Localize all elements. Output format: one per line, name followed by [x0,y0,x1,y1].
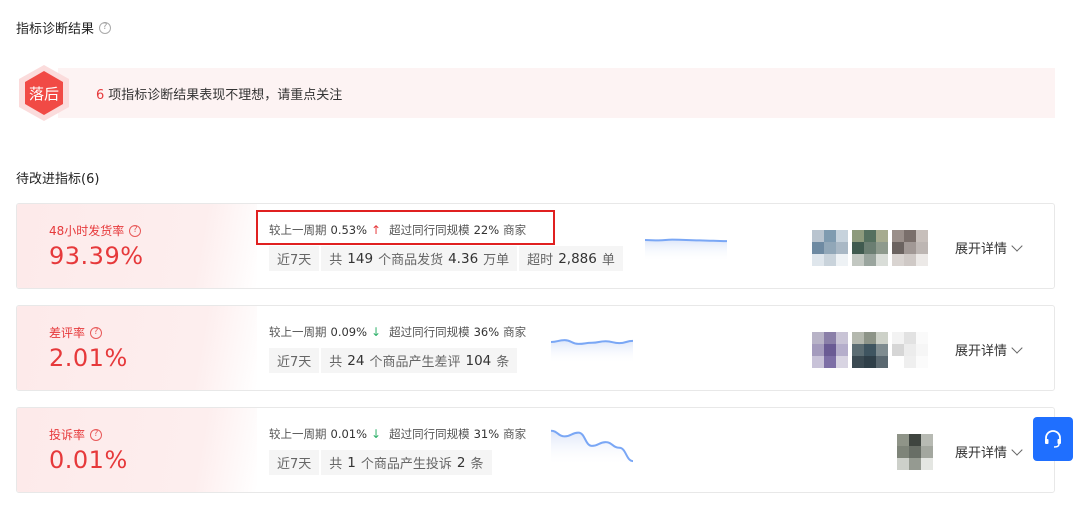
beat-label: 超过同行同规模 [389,427,470,441]
stat-text: 个商品发货 [378,253,444,268]
product-thumbnails [812,332,928,368]
beat-label: 超过同行同规模 [389,325,470,339]
period-label: 近7天 [277,355,312,370]
product-thumbnail[interactable] [852,332,888,368]
product-thumbnail[interactable] [892,332,928,368]
expand-details-button[interactable]: 展开详情 [955,238,1023,257]
metric-name-text: 投诉率 [49,428,86,442]
question-circle-icon[interactable]: ? [99,21,112,34]
product-thumbnail[interactable] [897,434,933,470]
stat-text: 条 [496,355,510,370]
metric-value: 0.01% [49,446,128,474]
stat-text: 共 [329,355,343,370]
sparkline-line [645,238,727,243]
cmp-value: 0.09% [330,325,368,339]
stat-text: 共 [329,457,343,472]
metric-stats: 近7天 共 149 个商品发货 4.36 万单 超时 2,886 单 [269,246,623,271]
metric-stats: 近7天 共 1 个商品产生投诉 2 条 [269,450,492,475]
diagnosis-alert: 落后 6 项指标诊断结果表现不理想，请重点关注 [16,64,1055,122]
stat-text: 共 [329,253,343,268]
alert-message-text: 项指标诊断结果表现不理想，请重点关注 [108,88,343,103]
stat-number: 2 [456,454,466,471]
question-circle-icon[interactable]: ? [90,428,103,441]
section-title-text: 待改进指标(6) [16,172,100,187]
customer-support-button[interactable] [1033,417,1073,461]
expand-label: 展开详情 [955,344,1008,359]
metric-value: 2.01% [49,344,128,372]
beat-value: 36% [473,325,500,339]
product-thumbnails [812,230,928,266]
stat-number: 4.36 [448,250,479,267]
product-thumbnails [897,434,933,470]
metric-name-text: 48小时发货率 [49,224,125,238]
stat-timeout: 超时 2,886 单 [519,246,623,271]
metric-card-complaint-rate: 投诉率 ? 0.01% 较上一周期 0.01% ↓ 超过同行同规模 31% 商家… [16,407,1055,493]
hexagon-badge-icon: 落后 [19,65,69,121]
expand-details-button[interactable]: 展开详情 [955,442,1023,461]
metric-comparison: 较上一周期 0.09% ↓ 超过同行同规模 36% 商家 [269,324,526,340]
period-label: 近7天 [277,457,312,472]
arrow-down-icon: ↓ [371,427,382,441]
trend-sparkline [551,339,633,364]
beat-unit: 商家 [503,325,527,339]
product-thumbnail[interactable] [892,230,928,266]
stat-number: 24 [347,352,365,369]
alert-message: 6 项指标诊断结果表现不理想，请重点关注 [96,84,342,103]
product-thumbnail[interactable] [812,230,848,266]
expand-label: 展开详情 [955,242,1008,257]
chevron-down-icon [1011,443,1023,456]
page-title-text: 指标诊断结果 [16,22,95,37]
beat-value: 31% [473,427,500,441]
metric-name: 投诉率 ? [49,426,103,443]
headset-icon [1045,430,1061,448]
badge-label: 落后 [29,85,59,103]
stat-text: 个商品产生差评 [369,355,461,370]
stat-summary: 共 149 个商品发货 4.36 万单 [321,246,518,271]
stat-period: 近7天 [269,450,320,475]
stat-text: 单 [601,253,615,268]
product-thumbnail[interactable] [812,332,848,368]
page-title: 指标诊断结果 ? [16,18,112,37]
stat-number: 1 [347,454,356,471]
stat-text: 万单 [483,253,510,268]
stat-number: 104 [465,352,492,369]
beat-unit: 商家 [503,427,527,441]
metric-name-text: 差评率 [49,326,86,340]
stat-summary: 共 24 个商品产生差评 104 条 [321,348,518,373]
product-thumbnail[interactable] [852,230,888,266]
chevron-down-icon [1011,341,1023,354]
metric-stats: 近7天 共 24 个商品产生差评 104 条 [269,348,518,373]
metric-name: 差评率 ? [49,324,103,341]
cmp-label: 较上一周期 [269,325,327,339]
cmp-value: 0.01% [330,427,368,441]
stat-text: 条 [470,457,484,472]
stat-text: 个商品产生投诉 [360,457,452,472]
question-circle-icon[interactable]: ? [129,224,142,237]
trend-sparkline [645,238,727,262]
stat-text: 超时 [527,253,554,268]
stat-summary: 共 1 个商品产生投诉 2 条 [321,450,492,475]
expand-details-button[interactable]: 展开详情 [955,340,1023,359]
alert-count: 6 [96,88,105,103]
stat-number: 2,886 [558,250,597,267]
metric-value: 93.39% [49,242,144,270]
period-label: 近7天 [277,253,312,268]
lagging-badge: 落后 [16,64,72,122]
stat-period: 近7天 [269,348,320,373]
question-circle-icon[interactable]: ? [90,326,103,339]
trend-sparkline [551,429,633,466]
stat-period: 近7天 [269,246,320,271]
section-title: 待改进指标(6) [16,168,99,187]
metric-name: 48小时发货率 ? [49,222,142,239]
cmp-label: 较上一周期 [269,427,327,441]
expand-label: 展开详情 [955,446,1008,461]
stat-number: 149 [347,250,374,267]
arrow-down-icon: ↓ [371,325,382,339]
annotation-highlight-box [256,210,555,245]
metric-comparison: 较上一周期 0.01% ↓ 超过同行同规模 31% 商家 [269,426,526,442]
metric-card-negative-review-rate: 差评率 ? 2.01% 较上一周期 0.09% ↓ 超过同行同规模 36% 商家… [16,305,1055,391]
sparkline-area [645,239,727,262]
chevron-down-icon [1011,239,1023,252]
